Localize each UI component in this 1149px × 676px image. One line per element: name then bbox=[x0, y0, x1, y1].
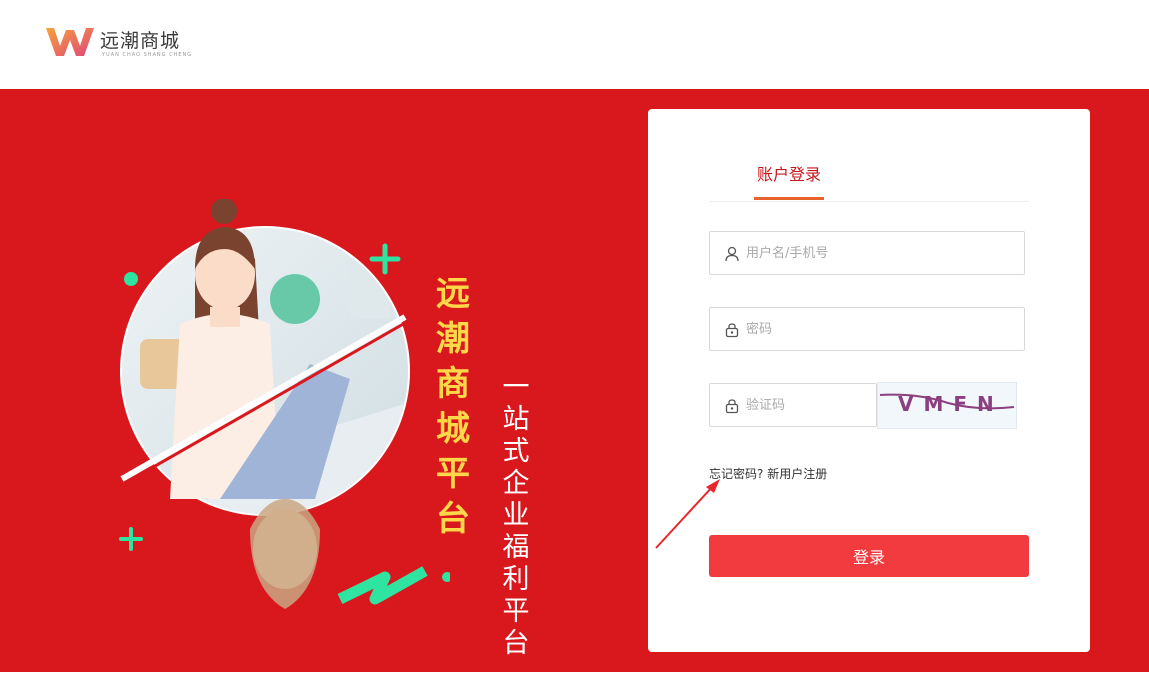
tab-account-login[interactable]: 账户登录 bbox=[754, 161, 824, 200]
banner-title-char: 城 bbox=[436, 409, 470, 449]
lock-icon bbox=[725, 399, 739, 414]
banner-subtitle-char: 台 bbox=[502, 628, 530, 659]
banner-subtitle-char: 业 bbox=[502, 500, 530, 531]
banner-title: 远 潮 商 城 平 台 bbox=[433, 272, 473, 542]
banner-subtitle: 一 站 式 企 业 福 利 平 台 bbox=[500, 372, 532, 660]
banner-subtitle-char: 企 bbox=[502, 468, 530, 499]
banner-subtitle-char: 式 bbox=[502, 436, 530, 467]
captcha-graphic: VMFN bbox=[879, 392, 1015, 416]
lock-icon bbox=[725, 323, 739, 338]
password-input[interactable] bbox=[746, 308, 1016, 350]
captcha-input[interactable] bbox=[746, 384, 871, 426]
password-field[interactable] bbox=[709, 307, 1025, 351]
banner-title-char: 潮 bbox=[436, 319, 470, 359]
captcha-text: VMFN bbox=[898, 392, 1004, 416]
annotation-arrow-icon bbox=[655, 479, 720, 549]
login-banner: 远 潮 商 城 平 台 一 站 式 企 业 福 利 平 台 账户登录 用户名/手… bbox=[0, 89, 1149, 672]
promo-illustration bbox=[119, 199, 450, 609]
logo-text: 远潮商城 bbox=[100, 30, 181, 52]
banner-subtitle-char: 利 bbox=[502, 564, 530, 595]
login-button[interactable]: 登录 bbox=[709, 535, 1029, 577]
banner-subtitle-char: 一 bbox=[502, 372, 530, 403]
top-header: 远潮商城 YUAN CHAO SHANG CHENG bbox=[0, 0, 1149, 89]
captcha-field[interactable] bbox=[709, 383, 877, 427]
active-tab-underline bbox=[754, 197, 824, 200]
banner-subtitle-char: 站 bbox=[502, 404, 530, 435]
captcha-image[interactable]: VMFN bbox=[877, 382, 1017, 429]
banner-subtitle-char: 平 bbox=[502, 596, 530, 627]
banner-subtitle-char: 福 bbox=[502, 532, 530, 563]
login-card: 账户登录 用户名/手机号 验证码 VMFN 忘记密码? 新用户注册 登录 bbox=[648, 109, 1090, 652]
username-field[interactable] bbox=[709, 231, 1025, 275]
register-link[interactable]: 新用户注册 bbox=[767, 467, 827, 481]
logo-subtext: YUAN CHAO SHANG CHENG bbox=[102, 52, 193, 58]
banner-title-char: 远 bbox=[436, 274, 470, 314]
banner-title-char: 平 bbox=[436, 454, 470, 494]
username-input[interactable] bbox=[746, 232, 1016, 274]
logo-w-icon bbox=[46, 28, 94, 56]
banner-title-char: 商 bbox=[436, 364, 470, 404]
site-logo[interactable]: 远潮商城 YUAN CHAO SHANG CHENG bbox=[44, 22, 191, 62]
user-icon bbox=[725, 246, 739, 262]
banner-title-char: 台 bbox=[436, 499, 470, 539]
login-tabs: 账户登录 bbox=[709, 161, 1029, 202]
